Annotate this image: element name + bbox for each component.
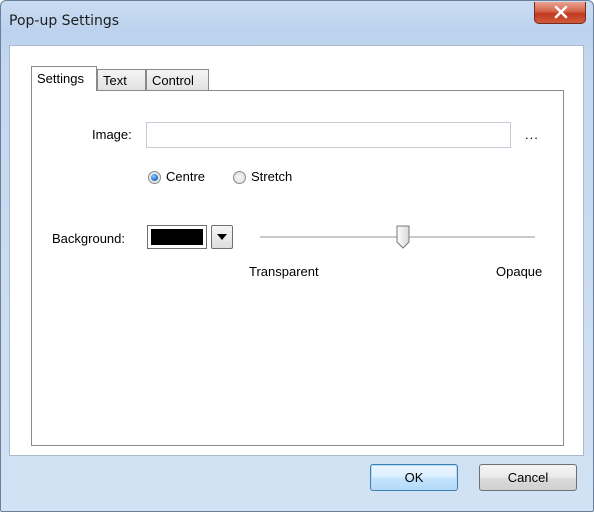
cancel-button[interactable]: Cancel: [479, 464, 577, 491]
tab-settings[interactable]: Settings: [31, 66, 97, 91]
radio-centre-label[interactable]: Centre: [166, 169, 205, 184]
browse-button[interactable]: ...: [525, 127, 539, 142]
radio-stretch-label[interactable]: Stretch: [251, 169, 292, 184]
tab-text[interactable]: Text: [97, 69, 146, 90]
dialog-body: Settings Text Control Image: ... Centre …: [9, 45, 584, 456]
slider-thumb-icon: [396, 225, 410, 249]
close-icon: [554, 6, 568, 19]
settings-panel: Image: ... Centre Stretch Background: Tr…: [31, 90, 564, 446]
window-title: Pop-up Settings: [9, 13, 120, 29]
opacity-max-label: Opaque: [496, 264, 543, 279]
ok-button[interactable]: OK: [370, 464, 458, 491]
background-label: Background:: [52, 231, 125, 246]
image-label: Image:: [92, 127, 132, 142]
image-path-input[interactable]: [146, 122, 511, 148]
background-color-fill: [151, 229, 203, 245]
color-dropdown-button[interactable]: [211, 225, 233, 249]
chevron-down-icon: [217, 234, 227, 240]
opacity-min-label: Transparent: [249, 264, 319, 279]
close-button[interactable]: [534, 2, 586, 24]
title-bar[interactable]: Pop-up Settings: [1, 1, 593, 45]
tab-control[interactable]: Control: [146, 69, 209, 90]
radio-centre[interactable]: [148, 171, 161, 184]
radio-stretch[interactable]: [233, 171, 246, 184]
dialog-window: Pop-up Settings Settings Text Control Im…: [0, 0, 594, 512]
opacity-slider-thumb[interactable]: [396, 225, 410, 249]
background-color-swatch[interactable]: [147, 225, 207, 249]
